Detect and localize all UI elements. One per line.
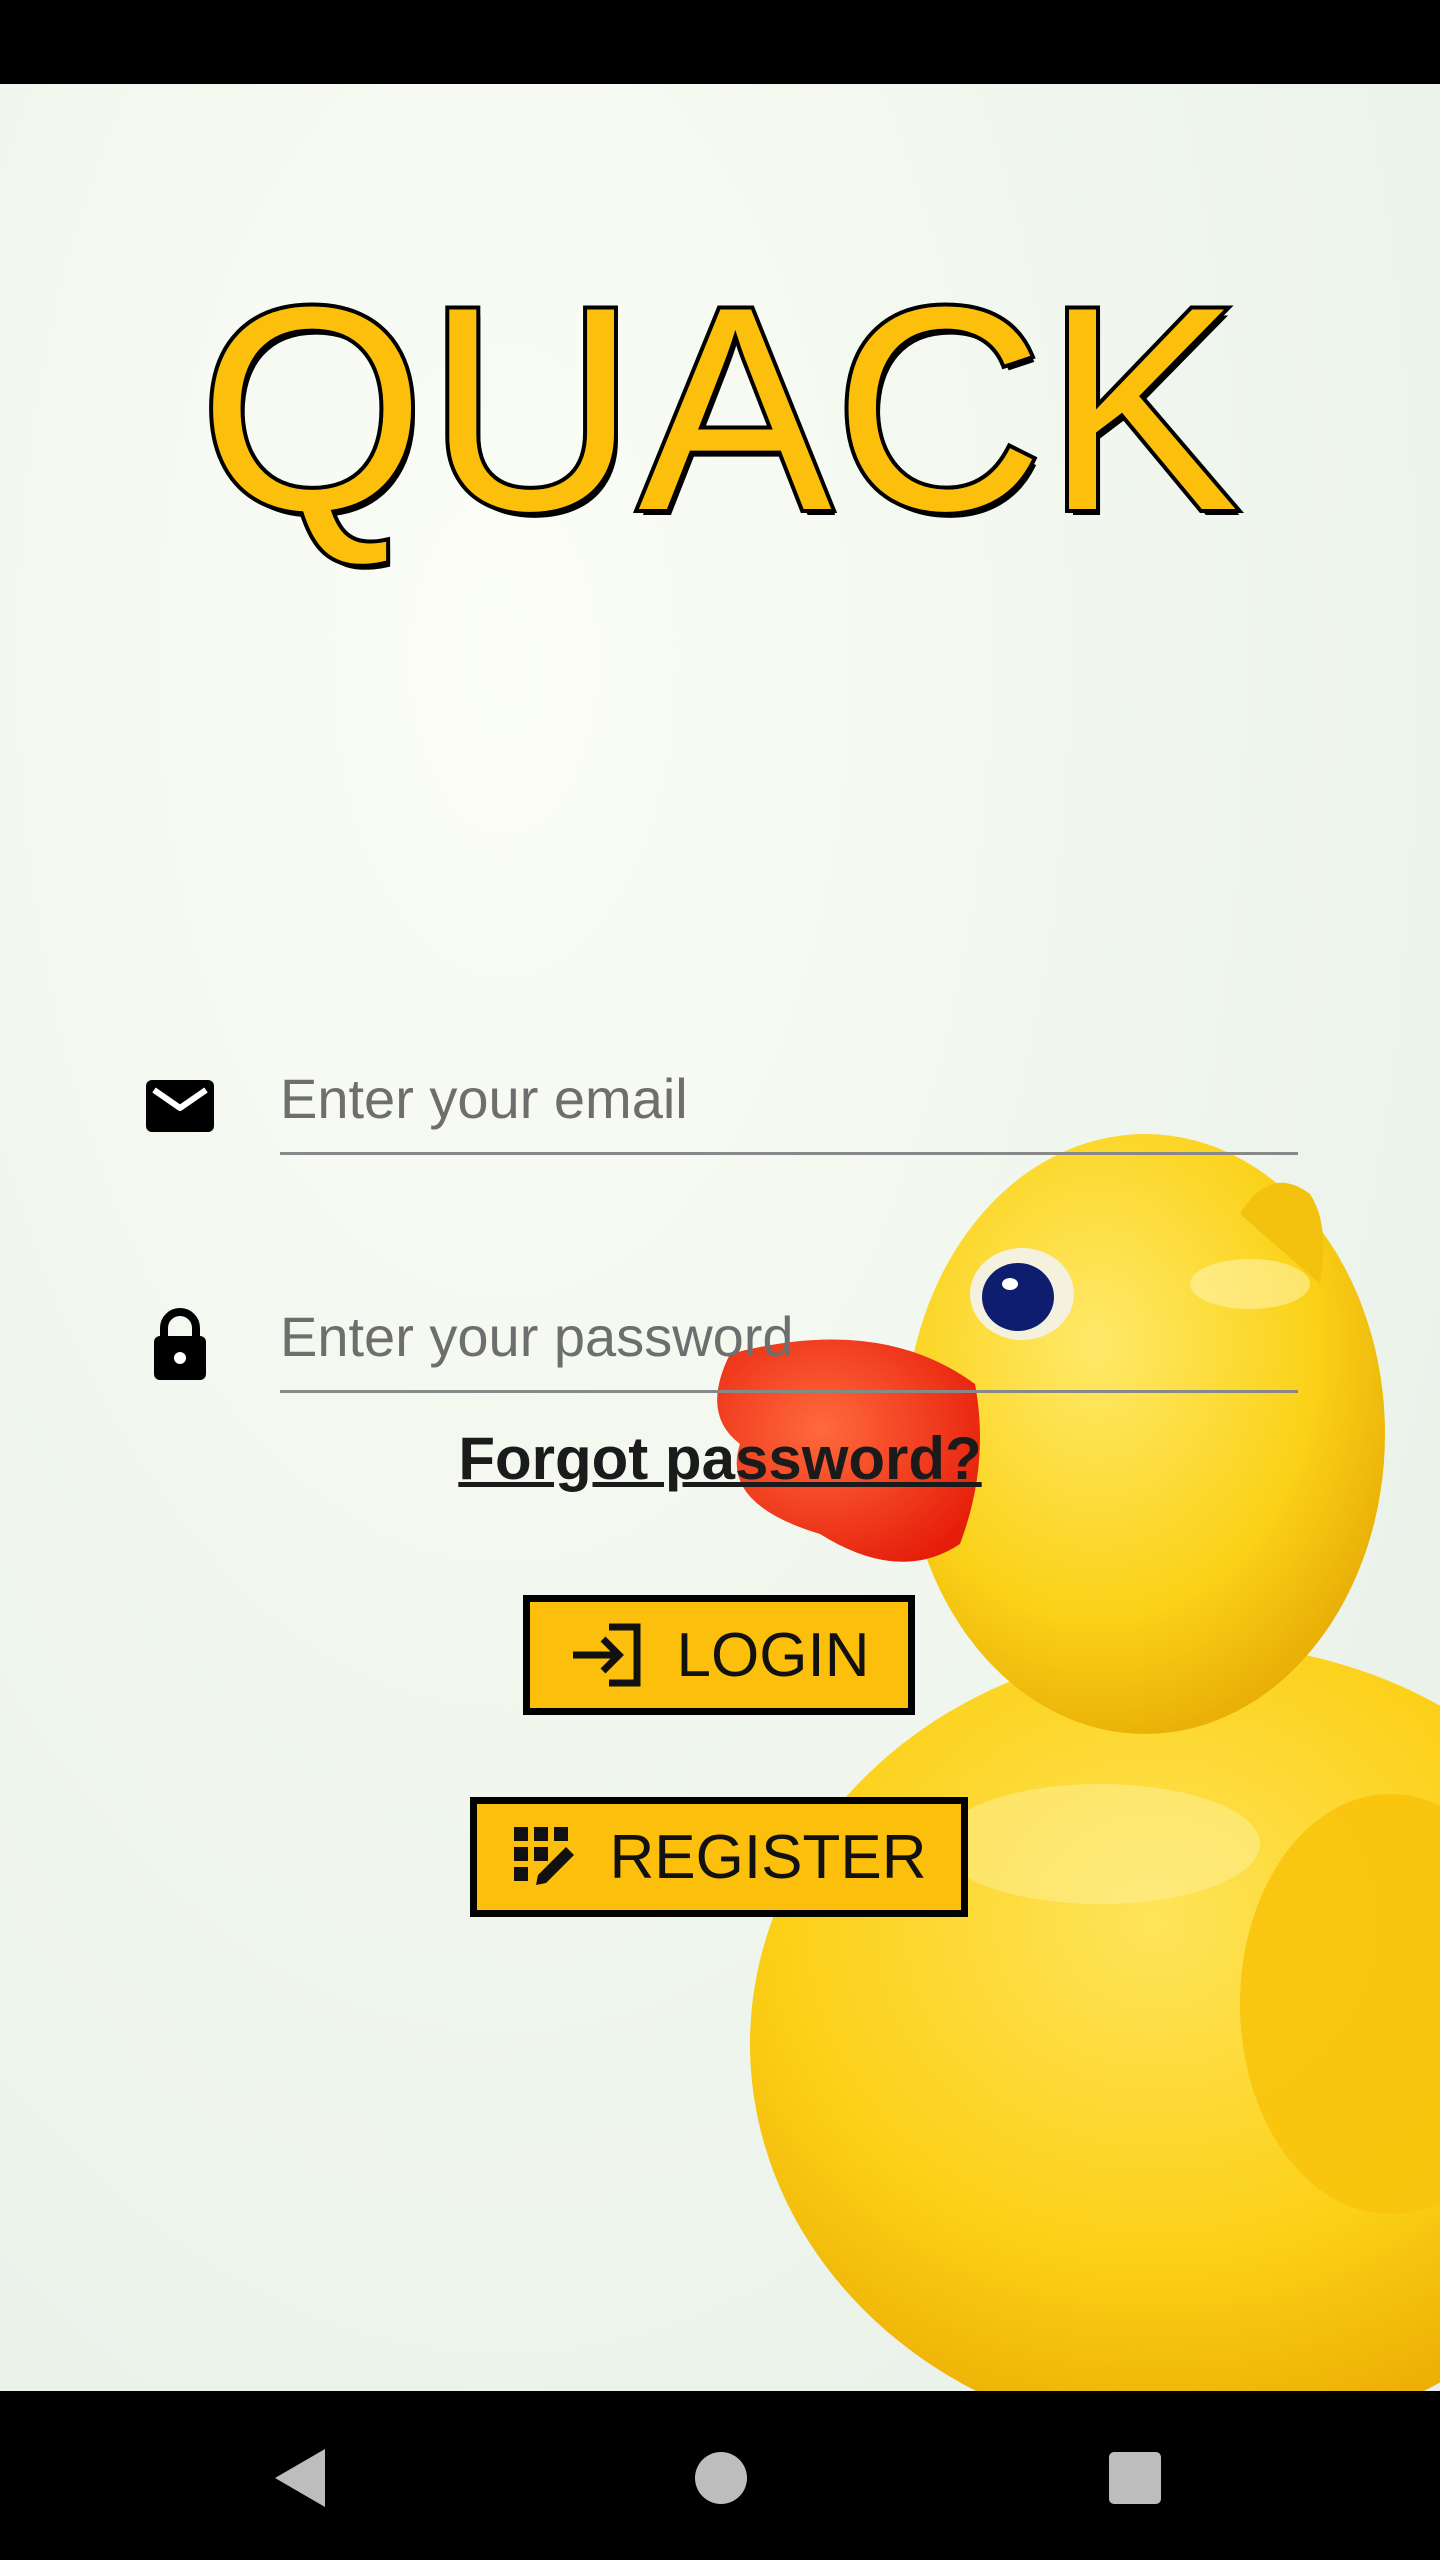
system-navigation-bar: [0, 2391, 1440, 2560]
login-arrow-icon: [572, 1623, 641, 1687]
login-screen: QUACK Forgot password? LOGIN: [0, 84, 1440, 2391]
recents-square-icon[interactable]: [1100, 2443, 1170, 2513]
forgot-password-link[interactable]: Forgot password?: [0, 1424, 1440, 1493]
back-triangle-icon[interactable]: [265, 2443, 335, 2513]
lock-icon: [154, 1308, 206, 1380]
register-grid-pencil-icon: [513, 1827, 574, 1885]
envelope-icon: [146, 1080, 214, 1132]
email-input[interactable]: [280, 1044, 1298, 1155]
email-field: [140, 1044, 1300, 1164]
login-button[interactable]: LOGIN: [523, 1595, 915, 1715]
password-field: [140, 1282, 1300, 1402]
home-circle-icon[interactable]: [686, 2443, 756, 2513]
register-button-label: REGISTER: [609, 1822, 927, 1892]
login-button-label: LOGIN: [676, 1620, 870, 1690]
register-button[interactable]: REGISTER: [470, 1797, 968, 1917]
status-bar: [0, 0, 1440, 84]
app-logo-title: QUACK: [195, 247, 1242, 571]
password-input[interactable]: [280, 1282, 1298, 1393]
